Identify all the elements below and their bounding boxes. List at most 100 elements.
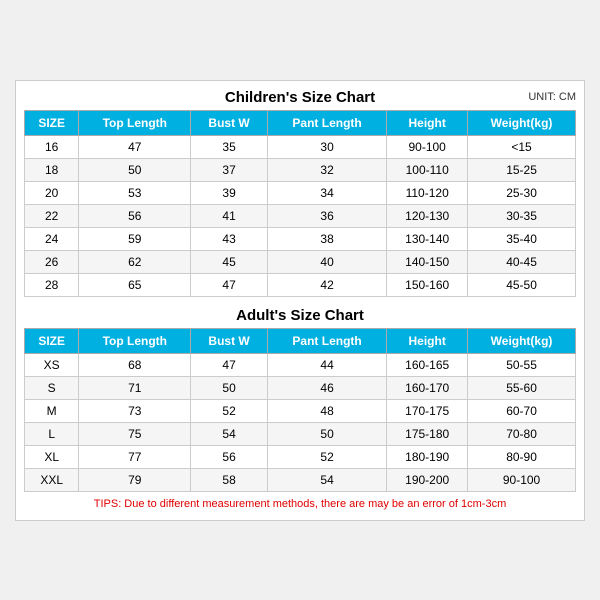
children-col-bust-w: Bust W — [191, 110, 268, 135]
table-row: 24594338130-14035-40 — [25, 227, 576, 250]
table-cell: S — [25, 376, 79, 399]
table-cell: XXL — [25, 468, 79, 491]
table-cell: 39 — [191, 181, 268, 204]
table-cell: 35 — [191, 135, 268, 158]
adult-header-row: SIZE Top Length Bust W Pant Length Heigh… — [25, 328, 576, 353]
table-row: 22564136120-13030-35 — [25, 204, 576, 227]
table-cell: L — [25, 422, 79, 445]
table-cell: 44 — [267, 353, 386, 376]
table-cell: 58 — [191, 468, 268, 491]
table-row: 26624540140-15040-45 — [25, 250, 576, 273]
adult-col-height: Height — [387, 328, 468, 353]
table-cell: 160-165 — [387, 353, 468, 376]
chart-container: Children's Size Chart UNIT: CM SIZE Top … — [15, 80, 585, 521]
table-cell: 48 — [267, 399, 386, 422]
table-cell: 62 — [79, 250, 191, 273]
table-cell: 120-130 — [387, 204, 468, 227]
table-cell: 55-60 — [468, 376, 576, 399]
children-title-row: Children's Size Chart UNIT: CM — [24, 89, 576, 106]
table-cell: 50 — [267, 422, 386, 445]
children-col-size: SIZE — [25, 110, 79, 135]
table-cell: 38 — [267, 227, 386, 250]
table-cell: 130-140 — [387, 227, 468, 250]
table-cell: 54 — [191, 422, 268, 445]
table-row: L755450175-18070-80 — [25, 422, 576, 445]
table-cell: 45-50 — [468, 273, 576, 296]
table-cell: 56 — [191, 445, 268, 468]
table-cell: 40-45 — [468, 250, 576, 273]
table-cell: 22 — [25, 204, 79, 227]
adult-col-bust-w: Bust W — [191, 328, 268, 353]
table-cell: 54 — [267, 468, 386, 491]
table-cell: 110-120 — [387, 181, 468, 204]
table-cell: 80-90 — [468, 445, 576, 468]
table-cell: 70-80 — [468, 422, 576, 445]
adult-table: SIZE Top Length Bust W Pant Length Heigh… — [24, 328, 576, 492]
table-cell: 41 — [191, 204, 268, 227]
table-cell: XL — [25, 445, 79, 468]
table-cell: 53 — [79, 181, 191, 204]
table-cell: 37 — [191, 158, 268, 181]
table-cell: 36 — [267, 204, 386, 227]
table-row: 20533934110-12025-30 — [25, 181, 576, 204]
children-col-top-length: Top Length — [79, 110, 191, 135]
table-cell: 30 — [267, 135, 386, 158]
table-cell: 71 — [79, 376, 191, 399]
table-cell: 50 — [191, 376, 268, 399]
tips-text: TIPS: Due to different measurement metho… — [24, 496, 576, 512]
table-cell: 77 — [79, 445, 191, 468]
table-cell: 150-160 — [387, 273, 468, 296]
children-col-weight: Weight(kg) — [468, 110, 576, 135]
table-row: S715046160-17055-60 — [25, 376, 576, 399]
table-cell: 90-100 — [387, 135, 468, 158]
adult-col-top-length: Top Length — [79, 328, 191, 353]
table-row: 1647353090-100<15 — [25, 135, 576, 158]
table-cell: 47 — [191, 353, 268, 376]
table-cell: 65 — [79, 273, 191, 296]
table-cell: 50-55 — [468, 353, 576, 376]
table-cell: <15 — [468, 135, 576, 158]
table-cell: 32 — [267, 158, 386, 181]
table-cell: 100-110 — [387, 158, 468, 181]
children-table: SIZE Top Length Bust W Pant Length Heigh… — [24, 110, 576, 297]
table-cell: 190-200 — [387, 468, 468, 491]
children-header-row: SIZE Top Length Bust W Pant Length Heigh… — [25, 110, 576, 135]
table-cell: 34 — [267, 181, 386, 204]
table-cell: 50 — [79, 158, 191, 181]
table-cell: 30-35 — [468, 204, 576, 227]
children-col-height: Height — [387, 110, 468, 135]
table-cell: 20 — [25, 181, 79, 204]
table-cell: 42 — [267, 273, 386, 296]
table-cell: 59 — [79, 227, 191, 250]
table-cell: 45 — [191, 250, 268, 273]
children-col-pant-length: Pant Length — [267, 110, 386, 135]
table-cell: XS — [25, 353, 79, 376]
table-cell: 26 — [25, 250, 79, 273]
table-cell: 18 — [25, 158, 79, 181]
table-cell: 16 — [25, 135, 79, 158]
table-row: XL775652180-19080-90 — [25, 445, 576, 468]
adult-chart-title: Adult's Size Chart — [24, 301, 576, 328]
table-cell: 175-180 — [387, 422, 468, 445]
table-row: XXL795854190-20090-100 — [25, 468, 576, 491]
unit-label: UNIT: CM — [528, 91, 576, 103]
table-cell: 15-25 — [468, 158, 576, 181]
table-cell: 140-150 — [387, 250, 468, 273]
table-row: XS684744160-16550-55 — [25, 353, 576, 376]
table-cell: 170-175 — [387, 399, 468, 422]
children-chart-title: Children's Size Chart — [225, 89, 375, 106]
table-cell: 24 — [25, 227, 79, 250]
table-cell: 52 — [267, 445, 386, 468]
table-cell: 180-190 — [387, 445, 468, 468]
table-cell: 79 — [79, 468, 191, 491]
table-cell: 47 — [79, 135, 191, 158]
table-cell: 40 — [267, 250, 386, 273]
table-cell: 60-70 — [468, 399, 576, 422]
table-row: 18503732100-11015-25 — [25, 158, 576, 181]
table-cell: 25-30 — [468, 181, 576, 204]
adult-col-pant-length: Pant Length — [267, 328, 386, 353]
adult-col-size: SIZE — [25, 328, 79, 353]
table-cell: M — [25, 399, 79, 422]
table-cell: 43 — [191, 227, 268, 250]
table-cell: 28 — [25, 273, 79, 296]
